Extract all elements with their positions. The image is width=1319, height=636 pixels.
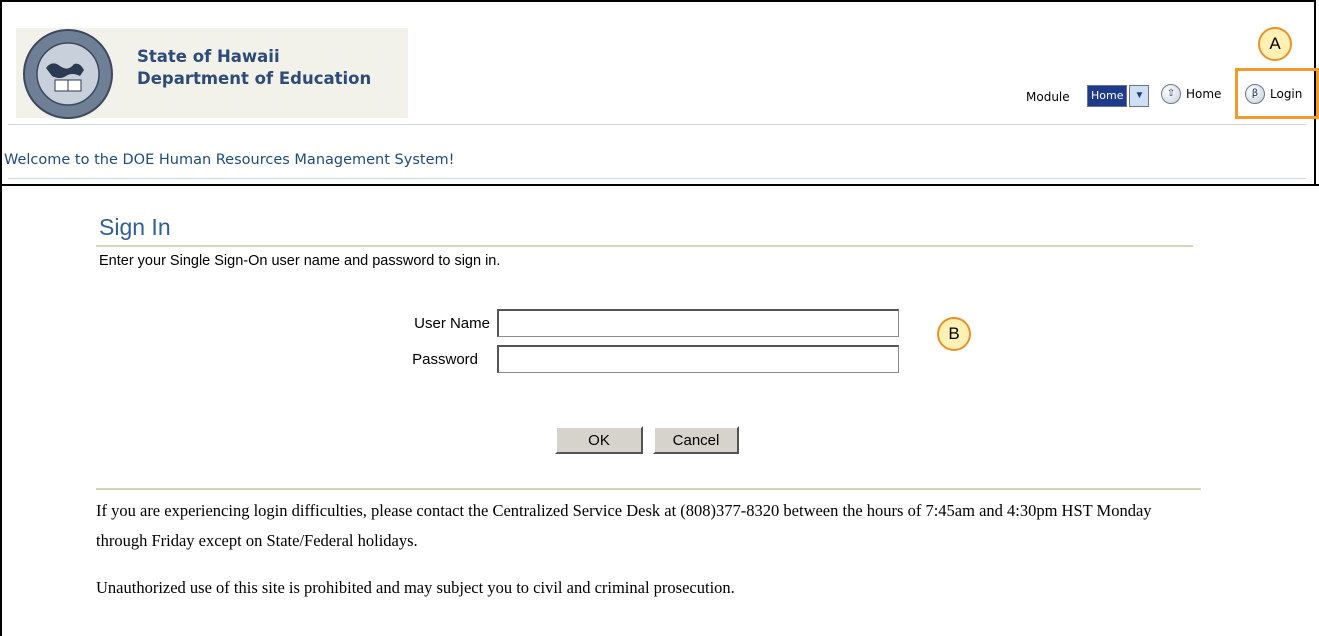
org-name-line1: State of Hawaii (137, 47, 280, 66)
password-field[interactable] (497, 345, 899, 373)
help-text: If you are experiencing login difficulti… (96, 501, 1152, 550)
welcome-message: Welcome to the DOE Human Resources Manag… (4, 152, 455, 168)
callout-a: A (1258, 27, 1292, 61)
doe-seal-logo (23, 29, 113, 119)
signin-instructions: Enter your Single Sign-On user name and … (99, 253, 501, 269)
ok-button[interactable]: OK (555, 426, 643, 454)
warning-text: Unauthorized use of this site is prohibi… (96, 578, 735, 597)
content-frame (0, 184, 1319, 636)
header-divider (8, 124, 1306, 125)
module-selected-value[interactable]: Home (1087, 85, 1128, 107)
home-link[interactable]: ⇧ Home (1161, 84, 1221, 104)
welcome-divider (8, 178, 1306, 179)
org-name-line2: Department of Education (137, 69, 372, 88)
login-highlight-box (1235, 68, 1319, 119)
cancel-button[interactable]: Cancel (653, 426, 739, 454)
chevron-down-icon[interactable]: ▼ (1129, 85, 1150, 107)
callout-b: B (937, 317, 971, 351)
title-divider (96, 245, 1193, 247)
home-link-label[interactable]: Home (1186, 87, 1221, 101)
password-label: Password (412, 351, 478, 368)
page-title: Sign In (99, 214, 171, 240)
username-field[interactable] (497, 309, 899, 337)
username-label: User Name (414, 315, 490, 332)
footer-divider (96, 488, 1201, 490)
module-select[interactable]: Home ▼ (1087, 85, 1150, 107)
organization-name: State of Hawaii Department of Education (137, 46, 371, 90)
module-label: Module (1026, 90, 1070, 104)
home-icon[interactable]: ⇧ (1161, 84, 1181, 104)
